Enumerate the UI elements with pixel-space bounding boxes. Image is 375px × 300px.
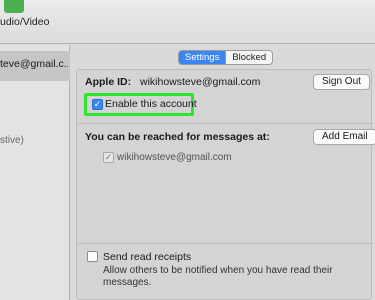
add-email-button[interactable]: Add Email [313,129,375,145]
tab-settings[interactable]: Settings [179,51,226,64]
reach-at-label: You can be reached for messages at: [85,131,270,143]
sign-out-button[interactable]: Sign Out [313,74,370,90]
section-divider [77,243,373,244]
settings-panel: Apple ID: wikihowsteve@gmail.com Sign Ou… [76,69,375,300]
apple-id-label: Apple ID: [85,76,132,88]
reach-address-checkbox[interactable]: ✓ [103,152,114,163]
sidebar-account-email: teve@gmail.c... [0,58,68,70]
account-settings-pane: Settings Blocked Apple ID: wikihowsteve@… [71,45,375,300]
enable-account-checkbox[interactable]: ✓ [92,99,103,110]
sidebar-account-item[interactable]: teve@gmail.c... [0,51,70,81]
read-receipts-checkbox[interactable] [87,251,98,262]
toolbar-tab-label-audio-video[interactable]: udio/Video [0,16,49,28]
tab-blocked[interactable]: Blocked [225,51,273,64]
settings-segmented-control: Settings Blocked [178,50,274,65]
toolbar: udio/Video [0,0,375,44]
reach-address-label: wikihowsteve@gmail.com [117,152,232,163]
accounts-sidebar: teve@gmail.c... stive) [0,45,70,300]
read-receipts-label[interactable]: Send read receipts [103,251,191,263]
read-receipts-description: Allow others to be notified when you hav… [103,265,333,288]
sidebar-account-status: stive) [0,135,24,146]
apple-id-value: wikihowsteve@gmail.com [140,76,261,88]
section-divider [77,123,373,124]
enable-account-label[interactable]: Enable this account [105,98,197,110]
facetime-video-icon[interactable] [4,0,24,13]
